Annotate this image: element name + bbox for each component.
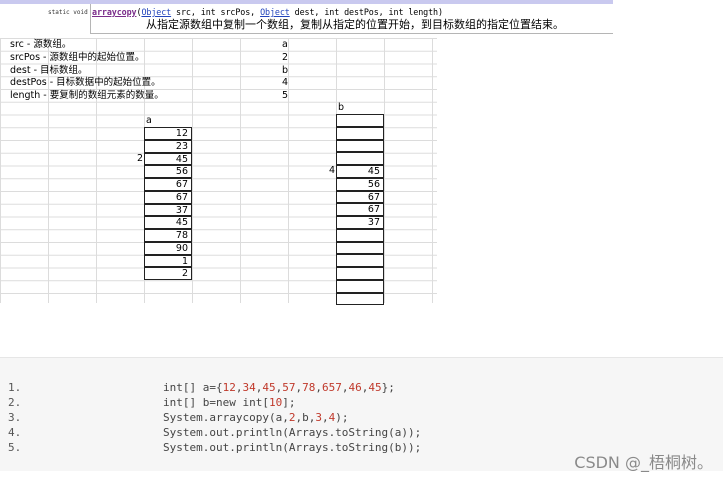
line-number: 2.: [8, 396, 22, 409]
method-name-link[interactable]: arraycopy: [92, 7, 137, 17]
line-number: 4.: [8, 426, 22, 439]
number-literal: 12: [222, 381, 236, 394]
number-literal: 57: [282, 381, 296, 394]
code-line: 1. int[] a={12,34,45,57,78,657,46,45};: [0, 380, 723, 395]
number-literal: 657: [321, 381, 342, 394]
number-literal: 45: [262, 381, 276, 394]
array-a-label: a: [146, 115, 152, 126]
array-b-cell: [336, 292, 384, 306]
array-a-cell: 45: [144, 216, 192, 229]
array-a-cell: 23: [144, 139, 192, 153]
array-a-cell: 12: [144, 127, 192, 140]
param-value: b: [282, 64, 289, 76]
method-summary-header: static void arraycopy(Object src, int sr…: [0, 0, 613, 34]
param-value: 4: [282, 77, 289, 89]
array-b-cell: [336, 228, 384, 242]
param-label: src - 源数组。: [10, 39, 72, 50]
watermark: CSDN @_梧桐树。: [574, 453, 713, 472]
array-b-cell: [336, 279, 384, 293]
array-b-cell: [336, 241, 384, 255]
array-b-cell: [336, 126, 384, 140]
number-literal: 4: [328, 411, 336, 424]
array-b-cell: 45: [336, 165, 384, 178]
array-b-cell: 67: [336, 203, 384, 216]
code-line: 4. System.out.println(Arrays.toString(a))…: [0, 425, 723, 440]
array-b-cell: 67: [336, 190, 384, 204]
param-label: length - 要复制的数组元素的数量。: [10, 90, 164, 101]
param-value: 5: [282, 90, 289, 101]
code-text: System.out.println(Arrays.toString(a));: [163, 426, 422, 439]
modifier-cell: static void: [0, 4, 91, 33]
array-b-cell: 37: [336, 216, 384, 229]
param-label: dest - 目标数组。: [10, 64, 88, 76]
code-text: System.arraycopy(a,2,b,3,4);: [163, 411, 349, 424]
array-b-cell: [336, 254, 384, 267]
array-b-cell: [336, 139, 384, 153]
line-number: 3.: [8, 411, 22, 424]
array-a-cell: 78: [144, 229, 192, 242]
param-value: 2: [282, 51, 289, 63]
method-description: 从指定源数组中复制一个数组，复制从指定的位置开始，到目标数组的指定位置结束。: [146, 18, 564, 31]
line-number: 1.: [8, 381, 22, 394]
array-a-cell: 1: [144, 254, 192, 268]
param-label: destPos - 目标数据中的起始位置。: [10, 77, 161, 89]
header-divider: [90, 33, 613, 34]
line-number: 5.: [8, 441, 22, 454]
array-a-cell: 45: [144, 152, 192, 166]
code-line: 2. int[] b=new int[10];: [0, 395, 723, 410]
code-text: System.out.println(Arrays.toString(b));: [163, 441, 422, 454]
array-a-cell: 37: [144, 203, 192, 217]
number-literal: 34: [242, 381, 256, 394]
code-text: int[] b=new int[10];: [163, 396, 296, 409]
array-b-cell: 56: [336, 177, 384, 191]
array-a-cell: 2: [144, 267, 192, 280]
array-b-cell: [336, 114, 384, 127]
code-text: int[] a={12,34,45,57,78,657,46,45};: [163, 381, 395, 394]
number-literal: 78: [302, 381, 316, 394]
code-line: 3. System.arraycopy(a,2,b,3,4);: [0, 410, 723, 425]
array-a-index-marker: 2: [137, 152, 144, 164]
array-b-index-marker: 4: [329, 165, 336, 176]
param-label: srcPos - 源数组中的起始位置。: [10, 51, 145, 63]
number-literal: 45: [368, 381, 382, 394]
method-modifiers: static void: [48, 9, 88, 16]
number-literal: 3: [315, 411, 322, 424]
array-a-cell: 67: [144, 178, 192, 191]
array-b-cell: [336, 152, 384, 165]
array-a-cell: 56: [144, 165, 192, 178]
param-value: a: [282, 39, 288, 50]
number-literal: 46: [348, 381, 362, 394]
header-top-bar: [0, 0, 613, 4]
number-literal: 10: [268, 396, 283, 409]
array-b-label: b: [338, 102, 345, 113]
array-a-cell: 90: [144, 241, 192, 255]
array-b-cell: [336, 267, 384, 280]
array-a-cell: 67: [144, 190, 192, 204]
number-literal: 2: [288, 411, 296, 424]
